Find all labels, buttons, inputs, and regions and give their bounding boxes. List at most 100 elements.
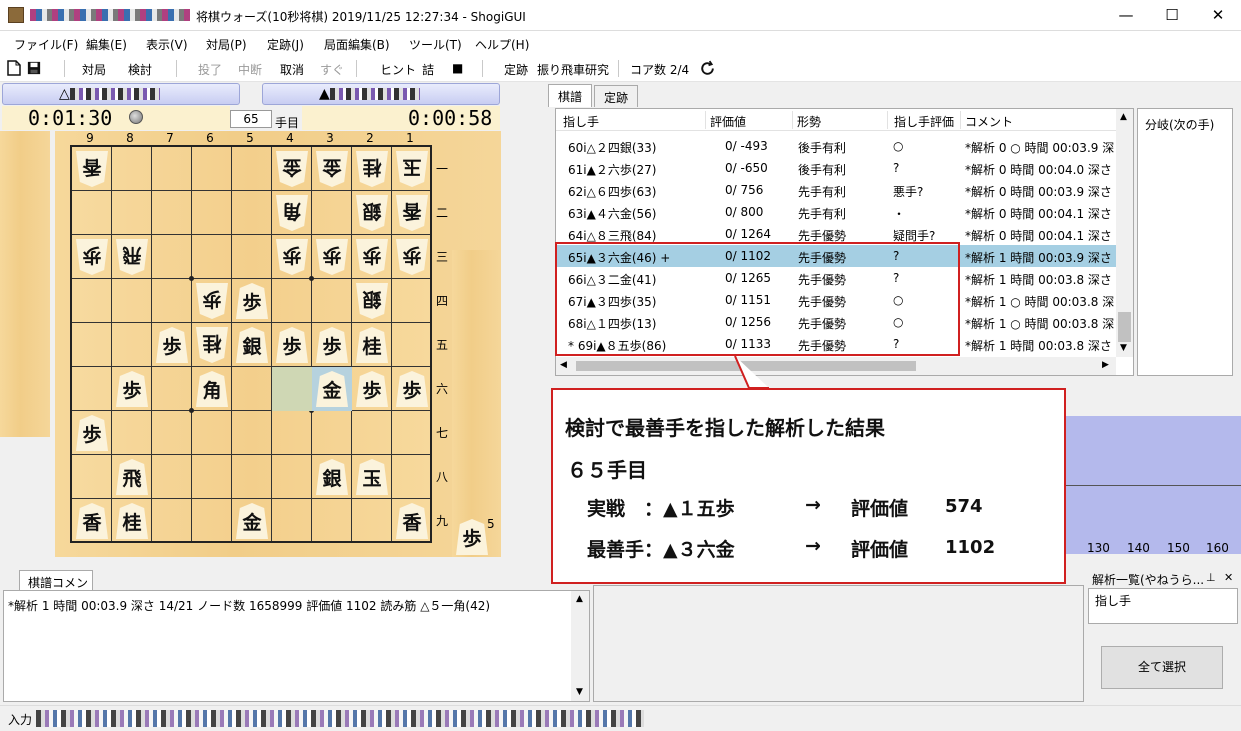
file-label: 2 (366, 131, 374, 145)
header-move[interactable]: 指し手 (563, 113, 599, 130)
analysis-close-icon[interactable]: ✕ (1224, 571, 1233, 584)
shogi-piece[interactable]: 香 (396, 195, 428, 231)
menu-bar: ファイル(F) 編集(E) 表示(V) 対局(P) 定跡(J) 局面編集(B) … (0, 31, 1241, 55)
tab-kifu-comment[interactable]: 棋譜コメント (19, 570, 93, 607)
sente-player-bar: ▲ (262, 83, 500, 105)
kifu-cell-comment: *解析 1 ○ 時間 00:03.8 深さ (965, 317, 1127, 331)
menu-position-edit[interactable]: 局面編集(B) (324, 36, 390, 53)
refresh-icon[interactable] (699, 60, 716, 77)
shogi-piece[interactable]: 金 (276, 151, 308, 187)
shogi-piece[interactable]: 桂 (116, 503, 148, 539)
kifu-row[interactable]: 60i△２四銀(33) 0/ -493 後手有利 ○ *解析 0 ○ 時間 00:03.… (557, 135, 1126, 157)
kifu-horizontal-scrollbar[interactable]: ◀ ▶ (556, 357, 1116, 375)
shogi-piece[interactable]: 玉 (396, 151, 428, 187)
toolbar-pause-button[interactable]: 中断 (238, 61, 262, 78)
menu-file[interactable]: ファイル(F) (14, 36, 78, 53)
tab-joseki[interactable]: 定跡 (594, 85, 639, 107)
move-number-input[interactable]: 65 (230, 110, 272, 128)
sente-clock: 0:00:58 (302, 106, 500, 130)
toolbar-undo-button[interactable]: 取消 (280, 61, 304, 78)
shogi-piece[interactable]: 玉 (356, 459, 388, 495)
kifu-row[interactable]: 63i▲４六金(56) 0/ 800 先手有利 ・ *解析 0 時間 00:04.1 深… (557, 201, 1117, 223)
shogi-piece[interactable]: 歩 (196, 283, 228, 319)
save-icon[interactable] (27, 60, 41, 76)
shogi-piece[interactable]: 銀 (236, 327, 268, 363)
shogi-piece[interactable]: 香 (76, 151, 108, 187)
shogi-piece[interactable]: 桂 (196, 327, 228, 363)
toolbar-hint-button[interactable]: ヒント (380, 61, 416, 78)
shogi-piece[interactable]: 金 (236, 503, 268, 539)
menu-joseki[interactable]: 定跡(J) (267, 36, 304, 53)
kifu-cell-move: 60i△２四銀(33) (568, 141, 657, 155)
minimize-button[interactable]: — (1103, 0, 1149, 31)
branch-list[interactable]: 分岐(次の手) (1137, 108, 1233, 376)
shogi-piece[interactable]: 歩 (396, 371, 428, 407)
shogi-board[interactable]: 香金金桂玉角銀香歩飛歩歩歩歩歩歩銀歩桂銀歩歩桂歩角金歩歩歩飛銀玉香桂金香 (70, 145, 432, 543)
shogi-piece[interactable]: 歩 (396, 239, 428, 275)
kifu-cell-status: 後手有利 (798, 163, 847, 177)
shogi-piece[interactable]: 香 (396, 503, 428, 539)
new-file-icon[interactable] (7, 60, 21, 76)
shogi-piece[interactable]: 香 (76, 503, 108, 539)
header-status[interactable]: 形勢 (797, 113, 821, 130)
shogi-piece[interactable]: 歩 (316, 327, 348, 363)
toolbar-stop-button[interactable]: ■ (452, 61, 463, 75)
shogi-piece[interactable]: 桂 (356, 151, 388, 187)
shogi-piece[interactable]: 歩 (76, 239, 108, 275)
shogi-piece[interactable]: 歩 (76, 415, 108, 451)
shogi-piece[interactable]: 角 (276, 195, 308, 231)
shogi-piece[interactable]: 金 (316, 151, 348, 187)
toolbar-analyze-button[interactable]: 検討 (128, 61, 152, 78)
comment-scrollbar[interactable]: ▲ ▼ (571, 591, 589, 701)
pin-icon[interactable]: ⊥ (1206, 571, 1216, 584)
shogi-piece[interactable]: 金 (316, 371, 348, 407)
kifu-header: 指し手 評価値 形勢 指し手評価 コメント (556, 109, 1133, 131)
header-move-eval[interactable]: 指し手評価 (894, 113, 954, 130)
toolbar-mate-button[interactable]: 詰 (422, 61, 434, 78)
header-eval[interactable]: 評価値 (710, 113, 746, 130)
menu-help[interactable]: ヘルプ(H) (475, 36, 529, 53)
hand-piece[interactable]: 歩 (456, 519, 488, 555)
tab-kifu[interactable]: 棋譜 (548, 84, 593, 107)
shogi-piece[interactable]: 飛 (116, 239, 148, 275)
kifu-cell-mark: ・ (893, 207, 906, 221)
shogi-piece[interactable]: 歩 (316, 239, 348, 275)
toolbar-book-name[interactable]: 振り飛車研究 (537, 61, 609, 78)
menu-game[interactable]: 対局(P) (206, 36, 247, 53)
maximize-button[interactable]: ☐ (1149, 0, 1195, 31)
shogi-piece[interactable]: 角 (196, 371, 228, 407)
menu-view[interactable]: 表示(V) (146, 36, 188, 53)
shogi-piece[interactable]: 歩 (276, 239, 308, 275)
shogi-piece[interactable]: 歩 (356, 371, 388, 407)
kifu-row[interactable]: 61i▲２六歩(27) 0/ -650 後手有利? *解析 0 時間 00:04.0 … (557, 157, 1117, 179)
menu-tools[interactable]: ツール(T) (409, 36, 462, 53)
shogi-piece[interactable]: 銀 (356, 283, 388, 319)
shogi-piece[interactable]: 歩 (356, 239, 388, 275)
toolbar-play-button[interactable]: 対局 (82, 61, 106, 78)
shogi-piece[interactable]: 歩 (116, 371, 148, 407)
menu-edit[interactable]: 編集(E) (86, 36, 127, 53)
shogi-piece[interactable]: 歩 (156, 327, 188, 363)
eval-graph-axis (1063, 485, 1241, 486)
shogi-piece[interactable]: 歩 (276, 327, 308, 363)
kifu-cell-eval: 0/ 756 (725, 183, 764, 197)
close-button[interactable]: ✕ (1195, 0, 1241, 31)
shogi-piece[interactable]: 桂 (356, 327, 388, 363)
toolbar-joseki-button[interactable]: 定跡 (504, 61, 528, 78)
select-all-button[interactable]: 全て選択 (1101, 646, 1223, 689)
input-field[interactable] (36, 710, 644, 727)
shogi-piece[interactable]: 飛 (116, 459, 148, 495)
toolbar-now-button[interactable]: すぐ (320, 61, 344, 78)
analysis-list-header: 指し手 (1095, 594, 1132, 608)
header-comment[interactable]: コメント (965, 113, 1013, 130)
callout-line2: ６５手目 (567, 458, 647, 482)
shogi-piece[interactable]: 歩 (236, 283, 268, 319)
shogi-piece[interactable]: 銀 (316, 459, 348, 495)
hand-piece-count: 5 (487, 517, 495, 531)
kifu-vertical-scrollbar[interactable]: ▲ ▼ (1116, 109, 1133, 357)
kifu-cell-comment: *解析 1 時間 00:03.9 深さ (965, 251, 1112, 265)
analysis-list[interactable]: 指し手 (1088, 588, 1238, 624)
kifu-row[interactable]: 62i△６四歩(63) 0/ 756 先手有利 悪手? *解析 0 時間 00:03.9… (557, 179, 1117, 201)
toolbar-resign-button[interactable]: 投了 (198, 61, 222, 78)
shogi-piece[interactable]: 銀 (356, 195, 388, 231)
